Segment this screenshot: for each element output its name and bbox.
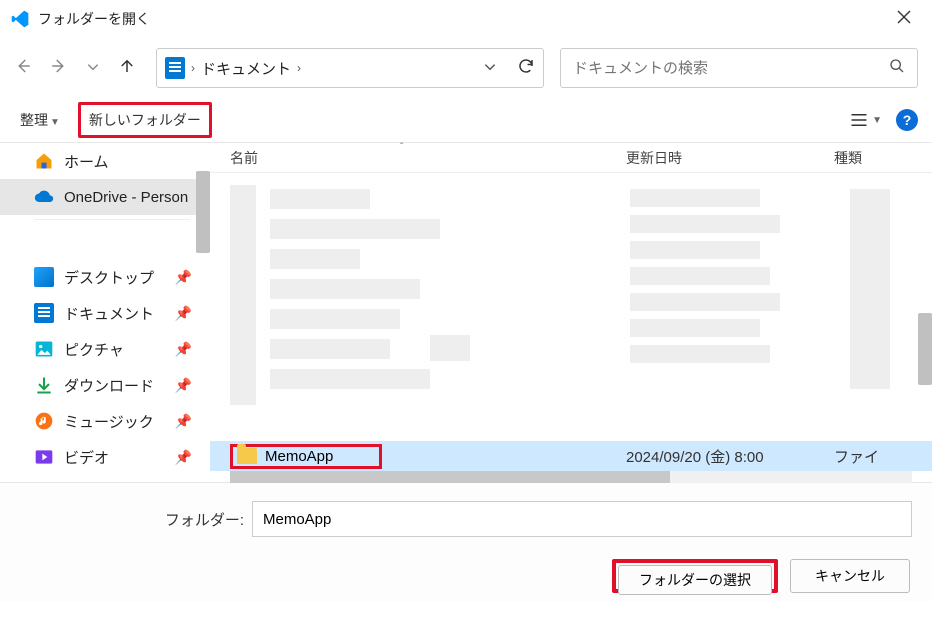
- folder-icon: [237, 448, 257, 464]
- obscured-rows: [230, 185, 890, 415]
- footer: フォルダー: フォルダーの選択 キャンセル: [0, 482, 932, 602]
- breadcrumb-sep-icon: ›: [297, 61, 301, 75]
- music-icon: [34, 411, 54, 431]
- address-bar[interactable]: › ドキュメント ›: [156, 48, 544, 88]
- sidebar-item-onedrive[interactable]: OneDrive - Person: [0, 179, 210, 215]
- file-type: ファイ: [834, 446, 879, 467]
- sidebar-item-home[interactable]: ホーム: [0, 143, 210, 179]
- pin-icon: 📌: [175, 269, 192, 286]
- sidebar-scrollbar[interactable]: [196, 171, 210, 253]
- toolbar: 整理▼ 新しいフォルダー ▼ ?: [0, 98, 932, 142]
- organize-menu[interactable]: 整理▼: [14, 106, 66, 134]
- videos-icon: [34, 447, 54, 467]
- sidebar-item-music[interactable]: ミュージック 📌: [0, 403, 210, 439]
- sidebar-item-downloads[interactable]: ダウンロード 📌: [0, 367, 210, 403]
- chevron-down-icon[interactable]: [483, 60, 497, 77]
- sidebar: ホーム OneDrive - Person デスクトップ 📌 ドキュメント 📌 …: [0, 143, 210, 482]
- sort-indicator-icon: ˆ: [400, 142, 403, 153]
- sidebar-item-label: ミュージック: [64, 411, 154, 432]
- view-menu[interactable]: ▼: [850, 113, 882, 127]
- new-folder-button[interactable]: 新しいフォルダー: [78, 102, 212, 138]
- sidebar-item-label: ビデオ: [64, 447, 109, 468]
- search-input[interactable]: [573, 60, 889, 77]
- sidebar-item-pictures[interactable]: ピクチャ 📌: [0, 331, 210, 367]
- pin-icon: 📌: [175, 377, 192, 394]
- sidebar-item-videos[interactable]: ビデオ 📌: [0, 439, 210, 475]
- file-list: 名前ˆ 更新日時 種類 MemoApp 2024/09/20: [210, 143, 932, 482]
- nav-arrows: [14, 57, 136, 80]
- breadcrumb-sep-icon: ›: [191, 61, 195, 75]
- dialog-title: フォルダーを開く: [38, 9, 150, 29]
- column-type[interactable]: 種類: [834, 148, 862, 168]
- column-headers: 名前ˆ 更新日時 種類: [210, 143, 932, 173]
- vscode-icon: [10, 9, 30, 29]
- desktop-icon: [34, 267, 54, 287]
- sidebar-item-label: ダウンロード: [64, 375, 154, 396]
- documents-icon: [34, 303, 54, 323]
- pin-icon: 📌: [175, 449, 192, 466]
- sidebar-item-desktop[interactable]: デスクトップ 📌: [0, 259, 210, 295]
- up-icon[interactable]: [118, 57, 136, 80]
- file-list-body: MemoApp 2024/09/20 (金) 8:00 ファイ: [210, 173, 932, 483]
- nav-row: › ドキュメント ›: [0, 38, 932, 98]
- pin-icon: 📌: [175, 413, 192, 430]
- cloud-icon: [34, 187, 54, 207]
- file-name: MemoApp: [265, 448, 333, 465]
- highlighted-selection: MemoApp: [230, 444, 382, 469]
- home-icon: [34, 151, 54, 171]
- pin-icon: 📌: [175, 341, 192, 358]
- folder-label: フォルダー:: [0, 509, 252, 530]
- refresh-icon[interactable]: [517, 57, 535, 80]
- sidebar-item-label: OneDrive - Person: [64, 189, 188, 206]
- sidebar-item-label: ホーム: [64, 151, 109, 172]
- sidebar-item-documents[interactable]: ドキュメント 📌: [0, 295, 210, 331]
- file-row-memoapp[interactable]: MemoApp 2024/09/20 (金) 8:00 ファイ: [210, 441, 932, 471]
- pictures-icon: [34, 339, 54, 359]
- search-bar[interactable]: [560, 48, 918, 88]
- documents-icon: [165, 57, 185, 79]
- column-date[interactable]: 更新日時: [626, 148, 834, 168]
- close-icon[interactable]: [886, 3, 922, 36]
- horizontal-scrollbar[interactable]: [230, 471, 912, 483]
- sidebar-item-label: ピクチャ: [64, 339, 124, 360]
- back-icon[interactable]: [14, 57, 32, 80]
- cancel-button[interactable]: キャンセル: [790, 559, 910, 593]
- help-icon[interactable]: ?: [896, 109, 918, 131]
- recent-dropdown-icon[interactable]: [86, 58, 100, 79]
- breadcrumb[interactable]: ドキュメント: [201, 58, 291, 79]
- sidebar-item-label: デスクトップ: [64, 267, 154, 288]
- main-split: ホーム OneDrive - Person デスクトップ 📌 ドキュメント 📌 …: [0, 142, 932, 482]
- file-date: 2024/09/20 (金) 8:00: [626, 446, 834, 467]
- forward-icon[interactable]: [50, 57, 68, 80]
- downloads-icon: [34, 375, 54, 395]
- folder-name-input[interactable]: [252, 501, 912, 537]
- sidebar-item-label: ドキュメント: [64, 303, 154, 324]
- search-icon[interactable]: [889, 58, 905, 79]
- titlebar: フォルダーを開く: [0, 0, 932, 38]
- organize-label: 整理: [20, 112, 48, 128]
- select-folder-button[interactable]: フォルダーの選択: [612, 559, 778, 593]
- column-name[interactable]: 名前ˆ: [230, 148, 626, 168]
- pin-icon: 📌: [175, 305, 192, 322]
